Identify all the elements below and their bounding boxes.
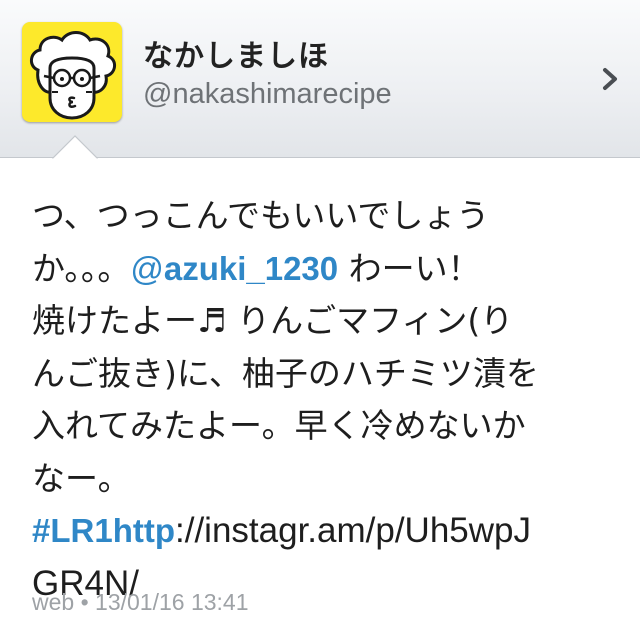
profile-header[interactable]: なかしましほ @nakashimarecipe <box>0 0 640 161</box>
mention-link[interactable]: @azuki_1230 <box>130 250 338 287</box>
tweet-line: 焼けたよー♬ りんごマフィン(り <box>32 301 514 340</box>
tweet-detail-screen: なかしましほ @nakashimarecipe つ、つっこんでもいいでしょう か… <box>0 0 640 640</box>
tweet-line: か。。。@azuki_1230 わーい！ <box>32 243 612 296</box>
mention-name: azuki_1230 <box>163 249 339 287</box>
callout-notch <box>52 135 98 161</box>
display-name: なかしましほ <box>143 39 329 74</box>
user-handle: @nakashimarecipe <box>143 78 392 110</box>
mention-at: @ <box>130 249 164 287</box>
tweet-text: つ、つっこんでもいいでしょう か。。。@azuki_1230 わーい！ 焼けたよ… <box>32 190 612 610</box>
tweet-line: #LR1http://instagr.am/p/Uh5wpJ <box>32 505 612 558</box>
tweet-line: なー。 <box>32 458 131 498</box>
chevron-right-icon[interactable] <box>597 66 623 92</box>
avatar[interactable] <box>22 22 122 122</box>
tweet-line: つ、つっこんでもいいでしょう <box>32 196 490 235</box>
tweet-text-segment: か。。。 <box>32 248 131 288</box>
tweet-text-segment: わーい！ <box>338 248 481 288</box>
tweet-line: んご抜き)に、柚子のハチミツ漬を <box>32 353 539 393</box>
tweet-line: 入れてみたよー。早く冷めないか <box>32 406 526 445</box>
tweet-meta: web • 13/01/16 13:41 <box>32 589 249 615</box>
url-text[interactable]: ://instagr.am/p/Uh5wpJ <box>175 511 531 550</box>
cartoon-face-icon <box>30 31 116 120</box>
hashtag-link[interactable]: #LR1http <box>32 512 175 549</box>
